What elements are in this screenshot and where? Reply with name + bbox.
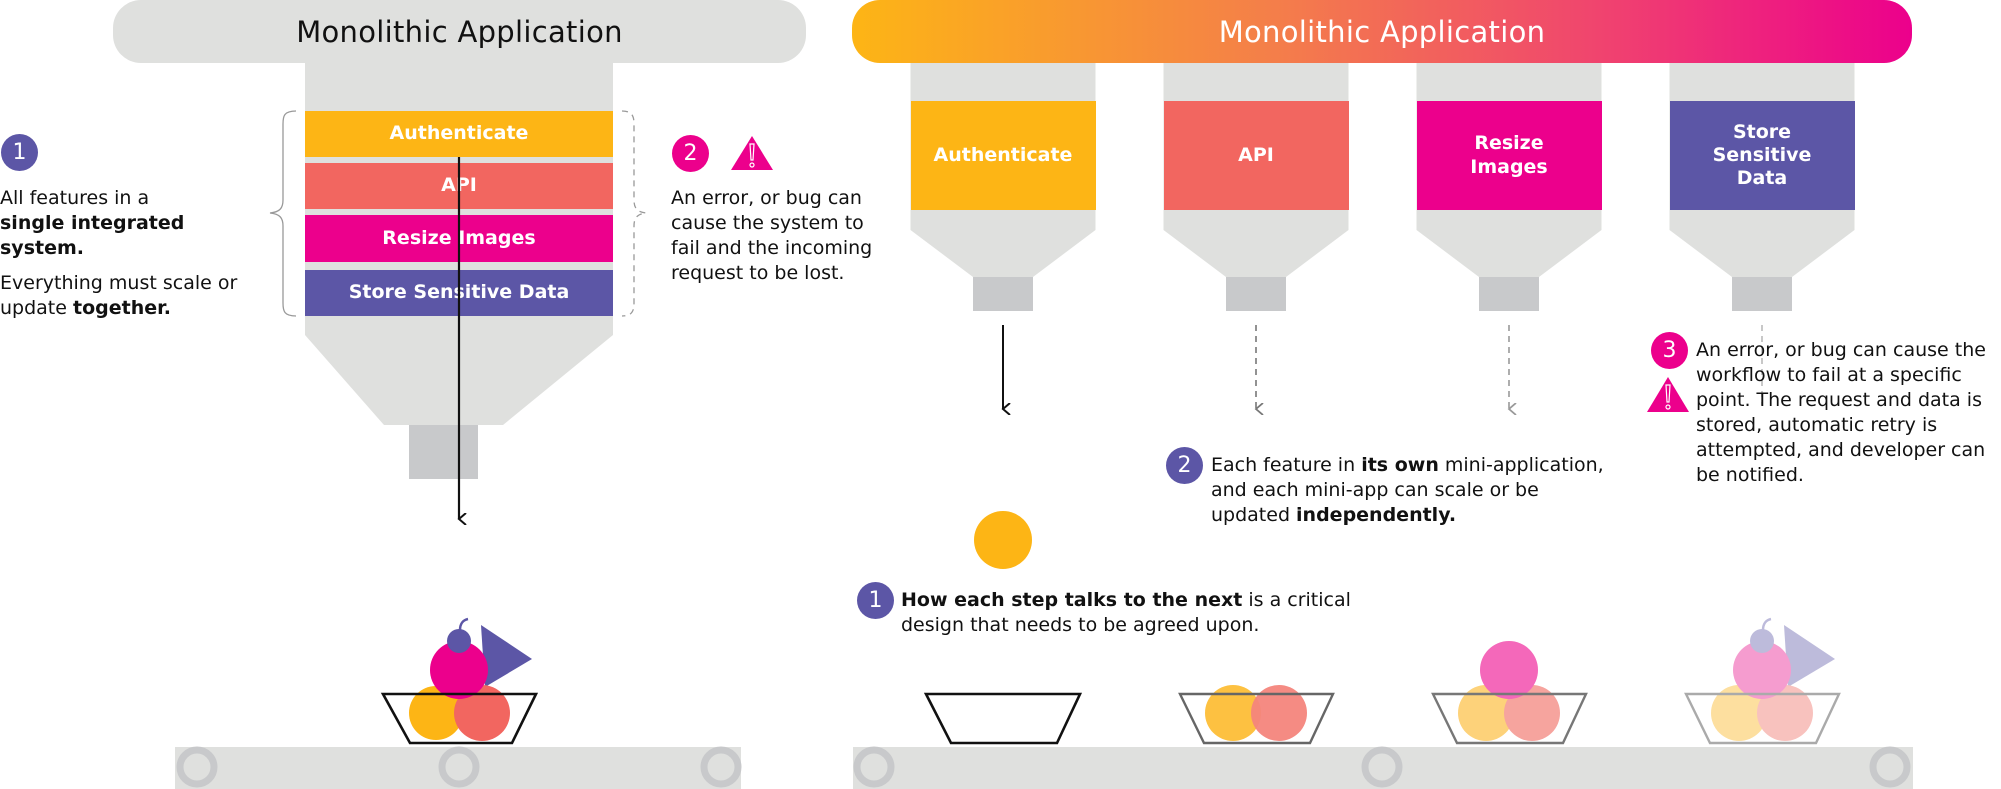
left-feature-api: API [305,163,613,209]
left-feature-store-sensitive-data: Store Sensitive Data [305,270,613,316]
note-line: An error, or bug can [671,187,862,209]
note-bold: its own [1361,454,1439,476]
left-silo-nozzle [409,425,478,479]
badge-number: 3 [1662,338,1677,363]
badge-3-right: 3 [1651,332,1688,369]
badge-number: 2 [1177,453,1192,478]
left-note-2: An error, or bug can cause the system to f… [671,186,911,286]
silo-nozzle [1732,277,1792,311]
left-header: Monolithic Application [113,0,806,63]
bowl-two-scoops [1178,685,1335,745]
right-header: Monolithic Application [852,0,1912,63]
note-line: updated [1211,504,1297,526]
badge-number: 1 [868,588,883,613]
left-dashed-brace [621,110,647,317]
bowl-empty [923,692,1083,745]
silo-funnel [910,214,1096,277]
right-feature-api: API [1163,101,1349,210]
left-brace [269,110,297,317]
note-bold: independently. [1296,504,1457,526]
badge-1-right: 1 [857,582,894,619]
badge-number: 1 [12,140,27,165]
right-note-3: An error, or bug can cause the workflow t… [1696,338,2001,488]
note-bold: How each step talks to the next [901,589,1243,611]
warning-icon-right [1647,377,1689,412]
left-header-title: Monolithic Application [296,14,623,49]
note-line: update [0,297,73,319]
warning-icon-left [731,136,773,170]
note-line: design that needs to be agreed upon. [901,614,1260,636]
left-note-1: All features in a single integrated syst… [0,186,270,321]
right-note-2: Each feature in its own mini-application… [1211,453,1651,528]
silo-nozzle [1479,277,1539,311]
cherry [447,629,471,653]
note-line: be notified. [1696,464,1804,486]
note-line: is a critical [1242,589,1351,611]
note-line: request to be lost. [671,262,845,284]
silo-nozzle [1226,277,1286,311]
right-conveyor [853,746,1913,789]
note-line: An error, or bug can cause the [1696,339,1986,361]
silo-funnel [1416,214,1602,277]
cherry-stem [458,617,469,631]
note-line: Everything must scale or [0,272,238,294]
left-conveyor [175,746,742,789]
silo-nozzle [973,277,1033,311]
badge-2-left: 2 [672,135,709,172]
badge-2-right: 2 [1166,447,1203,484]
note-line: cause the system to [671,212,864,234]
note-line: mini-application, [1438,454,1604,476]
right-note-1: How each step talks to the next is a cri… [901,588,1361,638]
bowl-three-scoops [1431,641,1588,745]
note-line: and each mini-app can scale or be [1211,479,1539,501]
left-bowl-complete [380,617,539,745]
left-feature-resize-images: Resize Images [305,215,613,262]
note-line: Each feature in [1211,454,1362,476]
left-silo-funnel [305,316,613,425]
note-line: attempted, and developer can [1696,439,1986,461]
right-feature-authenticate: Authenticate [910,101,1096,210]
badge-number: 2 [683,141,698,166]
note-line: fail and the incoming [671,237,873,259]
note-bold: together. [73,297,171,319]
right-header-title: Monolithic Application [1218,14,1546,49]
bowl-faded-complete [1684,617,1841,745]
note-bold: single integrated system. [0,212,185,259]
note-line: stored, automatic retry is [1696,414,1938,436]
note-line: All features in a [0,187,150,209]
badge-1-left: 1 [1,134,38,171]
right-feature-resize-images: Resize Images [1416,101,1602,210]
silo-funnel [1669,214,1855,277]
left-feature-authenticate: Authenticate [305,111,613,157]
falling-ball-orange [974,511,1032,569]
silo-funnel [1163,214,1349,277]
note-line: workflow to fail at a specific [1696,364,1962,386]
cone-triangle [481,625,532,687]
note-line: point. The request and data is [1696,389,1982,411]
right-feature-store-sensitive-data: Store Sensitive Data [1669,101,1855,210]
